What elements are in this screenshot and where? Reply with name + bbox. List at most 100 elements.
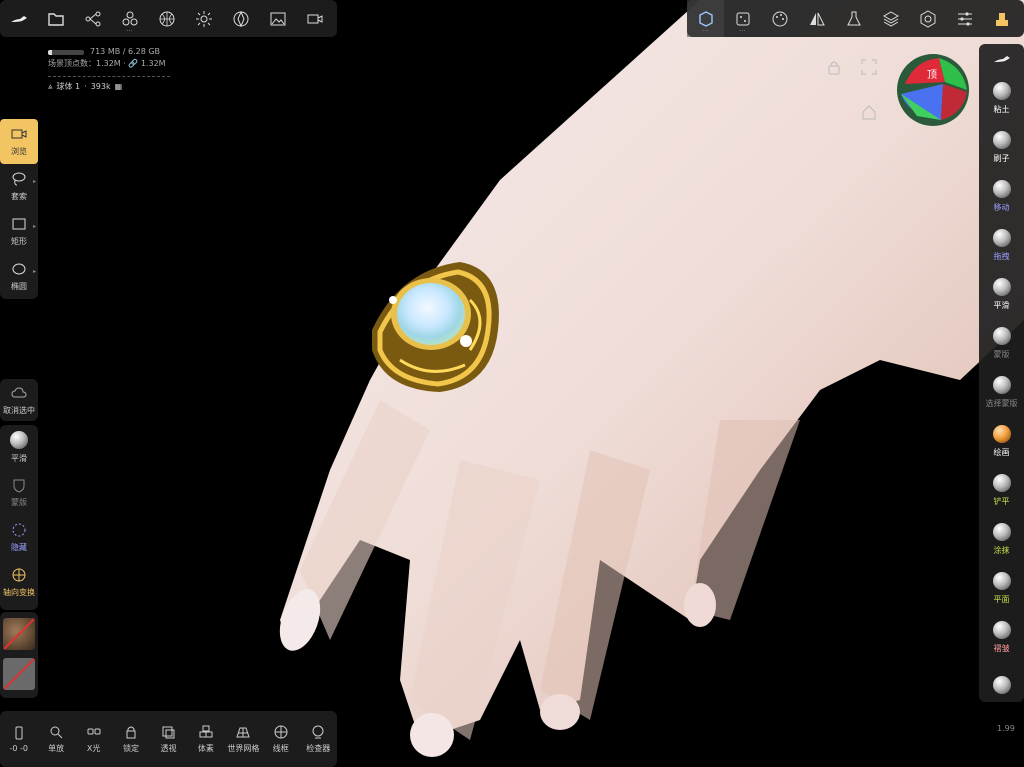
smooth-icon [10,431,28,449]
single-button[interactable]: 单放 [37,711,74,767]
gizmo-top-label: 顶 [927,69,937,81]
mesh-icon: ⩓ [48,82,53,91]
sculpt-tool-10[interactable]: 平面 [979,564,1024,613]
right-sculpt-tools: 粘土刷子 移动拖拽平滑蒙版选择蒙版绘画铲平 涂抹平面褶皱 [979,44,1024,702]
bottom-label: 单放 [48,743,65,753]
mask-icon [13,479,25,493]
sculpt-tool-8[interactable]: 铲平 [979,466,1024,515]
cube-select-icon[interactable]: ··· [687,0,724,37]
sculpt-tool-2[interactable]: 移动 [979,172,1024,221]
orientation-gizmo[interactable]: 顶 [897,54,969,126]
sculpt-tool-12[interactable] [979,662,1024,711]
perspective-button[interactable]: 透视 [150,711,187,767]
brush-sphere-icon [992,229,1011,247]
sculpt-tool-4[interactable]: 平滑 [979,270,1024,319]
sculpt-tool-label: 平滑 [993,301,1010,310]
left-action-tools: 平滑 蒙版 隐藏 轴向变换 [0,425,38,610]
sculpt-tool-11[interactable]: 褶皱 [979,613,1024,662]
memory-bar [48,49,84,55]
sculpt-tool-0[interactable]: 粘土 [979,74,1024,123]
sculpt-tool-5[interactable]: 蒙版 [979,319,1024,368]
shapes-icon[interactable]: ··· [111,0,148,37]
fullscreen-icon[interactable] [861,59,877,75]
color-swatch[interactable] [3,658,35,690]
lock-icon [126,726,136,738]
aperture-icon[interactable] [222,0,259,37]
deselect-label: 取消选中 [3,405,35,415]
brush-sphere-icon [992,621,1011,639]
bottom-label: 检查器 [306,743,331,753]
logo-icon [979,44,1024,74]
bottom-label: -0 -0 [9,743,28,753]
brush-sphere-icon [992,675,1011,694]
grid-sphere-icon[interactable] [148,0,185,37]
scene-tree-icon[interactable] [74,0,111,37]
left-selection-tools: 浏览 套索 ▸ 矩形 ▸ 椭圆 ▸ [0,119,38,299]
checker-icon: ▦ [114,82,123,91]
voxel-button[interactable]: 体素 [187,711,224,767]
home-view-icon[interactable] [861,104,877,120]
symmetry-icon[interactable] [798,0,835,37]
bottom-label: 透视 [160,743,177,753]
inspector-button[interactable]: 检查器 [300,711,337,767]
dice-icon[interactable]: ··· [724,0,761,37]
sliders-icon[interactable] [946,0,983,37]
xray-button[interactable]: X光 [75,711,112,767]
brush-sphere-icon [992,523,1011,541]
sculpt-tool-label: 平面 [993,595,1010,604]
gizmo-icon [12,568,26,582]
video-icon[interactable] [296,0,333,37]
tool-label: 套索 [11,192,27,201]
lock-view-icon[interactable] [826,59,842,75]
tool-label: 轴向变换 [3,588,35,597]
tool-browse[interactable]: 浏览 [0,119,38,164]
logo-icon[interactable] [0,0,37,37]
stamp-icon[interactable] [983,0,1020,37]
inspector-icon [312,725,324,738]
perspective-icon [162,726,175,738]
image-icon[interactable] [259,0,296,37]
sculpt-tool-9[interactable]: 涂抹 [979,515,1024,564]
top-toolbar-right: ··· ··· [687,0,1024,37]
rectangle-icon [12,218,26,230]
brush-sphere-icon [992,376,1011,394]
mesh-item[interactable]: ⩓ 球体 1 · 393k ▦ [48,81,170,93]
tool-gizmo[interactable]: 轴向变换 [0,560,38,605]
bottom-label: 锁定 [123,743,140,753]
cloud-icon [11,386,27,397]
wireframe-icon [274,725,288,738]
zoom-icon [50,726,63,738]
wireframe-button[interactable]: 线框 [262,711,299,767]
coords-button[interactable]: -0 -0 [0,711,37,767]
settings-icon[interactable] [909,0,946,37]
sculpt-tool-label: 拖拽 [993,252,1010,261]
lock-button[interactable]: 锁定 [112,711,149,767]
hide-icon [12,523,26,537]
sculpt-tool-label: 粘土 [993,105,1010,114]
left-deselect-panel: 取消选中 [0,379,38,421]
sculpt-tool-1[interactable]: 刷子 [979,123,1024,172]
layers-icon[interactable] [872,0,909,37]
bottom-label: 线框 [272,743,289,753]
sculpt-tool-label: 蒙版 [993,350,1010,359]
matcap-swatch[interactable] [3,618,35,650]
tool-ellipse[interactable]: 椭圆 ▸ [0,254,38,299]
sculpt-tool-3[interactable]: 拖拽 [979,221,1024,270]
tool-mask-left[interactable]: 蒙版 [0,470,38,515]
folder-icon[interactable] [37,0,74,37]
tool-label: 隐藏 [11,543,27,552]
tool-rectangle[interactable]: 矩形 ▸ [0,209,38,254]
tool-lasso[interactable]: 套索 ▸ [0,164,38,209]
tool-smooth-left[interactable]: 平滑 [0,425,38,470]
light-icon[interactable] [185,0,222,37]
world-grid-button[interactable]: 世界网格 [225,711,262,767]
deselect-button[interactable]: 取消选中 [0,379,38,421]
sculpt-tool-6[interactable]: 选择蒙版 [979,368,1024,417]
memory-text: 713 MB / 6.28 GB [90,47,161,56]
palette-icon[interactable] [761,0,798,37]
flask-icon[interactable] [835,0,872,37]
tool-label: 蒙版 [11,498,27,507]
tool-hide[interactable]: 隐藏 [0,515,38,560]
sculpt-tool-7[interactable]: 绘画 [979,417,1024,466]
sculpt-tool-label: 绘画 [993,448,1010,457]
